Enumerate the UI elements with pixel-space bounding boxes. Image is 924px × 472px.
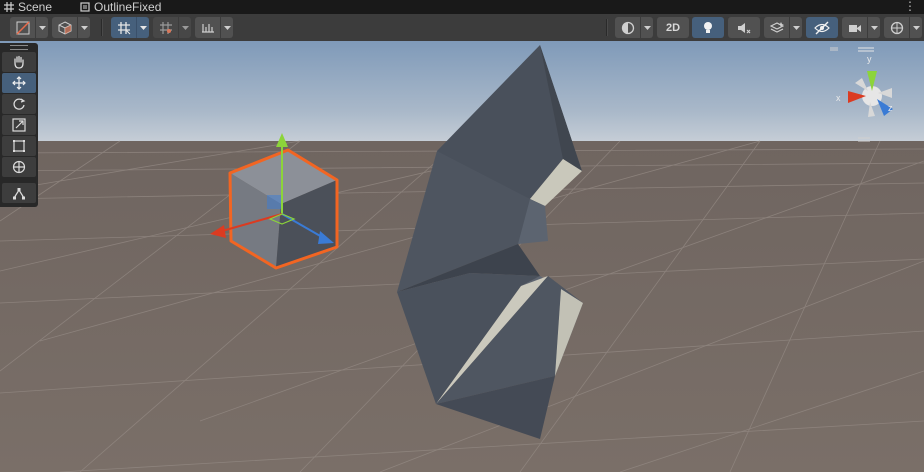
- xy-plane-handle[interactable]: [267, 195, 281, 209]
- overlay-grip-handle[interactable]: [0, 43, 38, 51]
- rotate-icon: [13, 98, 26, 110]
- move-arrows-icon: [12, 76, 26, 90]
- rect-transform-icon: [13, 140, 25, 152]
- scale-icon: [12, 118, 26, 132]
- transform-tool-button[interactable]: [2, 157, 36, 177]
- grid-snapping-toggle[interactable]: [111, 17, 149, 38]
- sphere-icon: [621, 21, 634, 34]
- chevron-down-icon: [38, 25, 46, 30]
- gizmos-dropdown[interactable]: [884, 17, 922, 38]
- shading-mode-dropdown[interactable]: [52, 17, 90, 38]
- audio-toggle[interactable]: [728, 17, 760, 38]
- chevron-down-icon: [870, 25, 878, 30]
- rect-tool-button[interactable]: [2, 136, 36, 156]
- tools-overlay[interactable]: [0, 43, 38, 207]
- tab-outlinefixed-label: OutlineFixed: [94, 0, 162, 14]
- scene-visibility-toggle[interactable]: [806, 17, 838, 38]
- axis-gizmo-graphic: [822, 47, 893, 142]
- grid-icon: [159, 21, 172, 34]
- toolbar-separator: [101, 19, 103, 36]
- hidden-eye-icon: [814, 21, 830, 34]
- scene-camera-dropdown[interactable]: [842, 17, 880, 38]
- draw-mode-dropdown[interactable]: [10, 17, 48, 38]
- increment-snapping-dropdown[interactable]: [195, 17, 233, 38]
- effects-dropdown[interactable]: [764, 17, 802, 38]
- toggle-2d-button[interactable]: 2D: [657, 17, 689, 38]
- toolbar-separator: [606, 19, 608, 36]
- rotate-tool-button[interactable]: [2, 94, 36, 114]
- gizmo-z-label: z: [888, 103, 893, 113]
- chevron-down-icon: [792, 25, 800, 30]
- chevron-down-icon: [80, 25, 88, 30]
- lightbulb-icon: [704, 21, 712, 33]
- layers-effects-icon: [769, 21, 784, 33]
- scale-tool-button[interactable]: [2, 115, 36, 135]
- camera-mode-dropdown[interactable]: [615, 17, 653, 38]
- window-menu-icon[interactable]: ⋮: [904, 0, 916, 12]
- hand-icon: [14, 55, 24, 69]
- gizmo-y-label: y: [867, 54, 872, 64]
- grid-visibility-dropdown[interactable]: [153, 17, 191, 38]
- move-tool-button[interactable]: [2, 73, 36, 93]
- gizmo-x-label: x: [836, 93, 841, 103]
- video-camera-icon: [848, 24, 861, 32]
- speaker-muted-icon: [738, 22, 751, 33]
- chevron-down-icon: [181, 25, 189, 30]
- hand-tool-button[interactable]: [2, 52, 36, 72]
- scene-file-icon: [80, 2, 90, 12]
- chevron-down-icon: [139, 25, 147, 30]
- lighting-toggle[interactable]: [692, 17, 724, 38]
- chevron-down-icon: [643, 25, 651, 30]
- cube-icon: [58, 20, 71, 35]
- chevron-down-icon: [223, 25, 231, 30]
- chevron-down-icon: [912, 25, 920, 30]
- toggle-2d-label: 2D: [665, 21, 681, 34]
- scene-toolbar: 2D: [0, 14, 924, 42]
- orientation-gizmo[interactable]: y x z: [822, 41, 920, 151]
- custom-tool-icon: [13, 188, 25, 200]
- scene-viewport[interactable]: y x z: [0, 41, 924, 472]
- tab-scene[interactable]: Scene: [4, 0, 52, 14]
- draw-mode-icon: [15, 20, 30, 35]
- window-tab-bar: Scene OutlineFixed ⋮: [0, 0, 924, 14]
- custom-tool-button[interactable]: [2, 183, 36, 203]
- transform-icon: [12, 160, 26, 174]
- scene-render: [0, 41, 924, 472]
- grid-snap-icon: [117, 21, 130, 34]
- tab-scene-label: Scene: [18, 0, 53, 14]
- hash-icon: [4, 2, 14, 12]
- tab-outlinefixed[interactable]: OutlineFixed: [80, 0, 161, 14]
- gizmo-globe-icon: [890, 21, 903, 34]
- ruler-icon: [201, 23, 214, 33]
